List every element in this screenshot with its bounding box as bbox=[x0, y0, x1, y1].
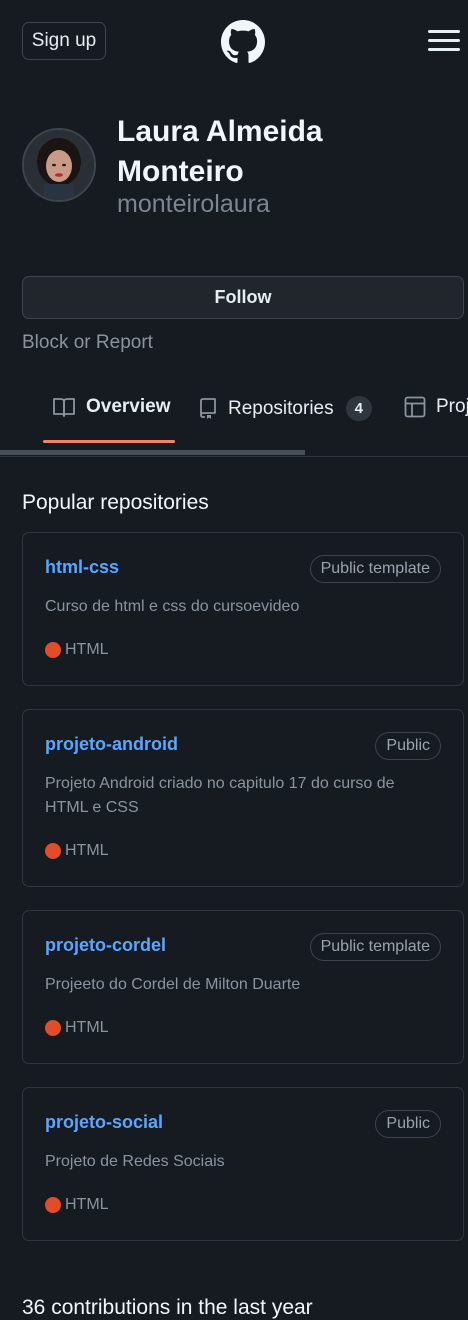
repo-name-link[interactable]: html-css bbox=[45, 557, 119, 578]
language-label: HTML bbox=[65, 842, 109, 859]
contributions-heading: 36 contributions in the last year bbox=[22, 1296, 313, 1319]
language-label: HTML bbox=[65, 1019, 109, 1036]
repo-description: Curso de html e css do cursoevideo bbox=[45, 598, 300, 615]
repositories-count-badge: 4 bbox=[345, 396, 372, 421]
repo-name-link[interactable]: projeto-android bbox=[45, 734, 178, 755]
tab-projects-label: Projects bbox=[436, 396, 468, 417]
language-label: HTML bbox=[65, 1196, 109, 1213]
avatar-image bbox=[24, 130, 94, 200]
tab-overview-label: Overview bbox=[86, 396, 171, 417]
hamburger-menu-icon[interactable] bbox=[428, 30, 460, 52]
repo-description: Projeto de Redes Sociais bbox=[45, 1153, 225, 1170]
repo-card: html-css Public template Curso de html e… bbox=[22, 532, 464, 686]
tab-repositories[interactable]: Repositories 4 bbox=[198, 396, 372, 421]
repo-language: HTML bbox=[45, 1196, 109, 1214]
repo-language: HTML bbox=[45, 842, 109, 860]
follow-button[interactable]: Follow bbox=[22, 276, 464, 319]
visibility-badge: Public bbox=[375, 1110, 441, 1138]
popular-repositories-heading: Popular repositories bbox=[22, 491, 209, 514]
repo-card: projeto-cordel Public template Projeeto … bbox=[22, 910, 464, 1064]
visibility-badge: Public template bbox=[309, 933, 441, 961]
language-color-dot bbox=[45, 642, 61, 658]
tab-repositories-label: Repositories bbox=[228, 397, 334, 419]
profile-name: Laura Almeida Monteiro bbox=[117, 115, 323, 188]
language-color-dot bbox=[45, 843, 61, 859]
profile-username: monteirolaura bbox=[117, 190, 270, 218]
repo-description: Projeeto do Cordel de Milton Duarte bbox=[45, 976, 301, 993]
repo-card: projeto-social Public Projeto de Redes S… bbox=[22, 1087, 464, 1241]
visibility-badge: Public bbox=[375, 732, 441, 760]
repo-name-link[interactable]: projeto-cordel bbox=[45, 935, 166, 956]
book-icon bbox=[53, 398, 75, 417]
repo-card: projeto-android Public Projeto Android c… bbox=[22, 709, 464, 887]
tab-projects[interactable]: Projects bbox=[404, 396, 468, 418]
active-tab-indicator bbox=[43, 440, 175, 443]
tabs-scrollbar[interactable] bbox=[0, 450, 305, 455]
repo-description: Projeto Android criado no capitulo 17 do… bbox=[45, 775, 395, 816]
visibility-badge: Public template bbox=[309, 555, 441, 583]
profile-tabs: Overview Repositories 4 Projects bbox=[0, 384, 468, 457]
language-color-dot bbox=[45, 1197, 61, 1213]
repo-language: HTML bbox=[45, 641, 109, 659]
tab-overview[interactable]: Overview bbox=[52, 396, 171, 418]
repo-language: HTML bbox=[45, 1019, 109, 1037]
github-mark-icon[interactable] bbox=[221, 20, 265, 64]
block-or-report-link[interactable]: Block or Report bbox=[22, 332, 153, 354]
sign-up-button[interactable]: Sign up bbox=[22, 22, 106, 60]
repo-name-link[interactable]: projeto-social bbox=[45, 1112, 163, 1133]
avatar[interactable] bbox=[22, 128, 96, 202]
repo-icon bbox=[200, 397, 216, 419]
language-label: HTML bbox=[65, 641, 109, 658]
table-icon bbox=[404, 396, 426, 418]
top-header: Sign up bbox=[0, 0, 468, 84]
language-color-dot bbox=[45, 1020, 61, 1036]
profile-header: Laura Almeida Monteiro monteirolaura bbox=[0, 84, 468, 264]
